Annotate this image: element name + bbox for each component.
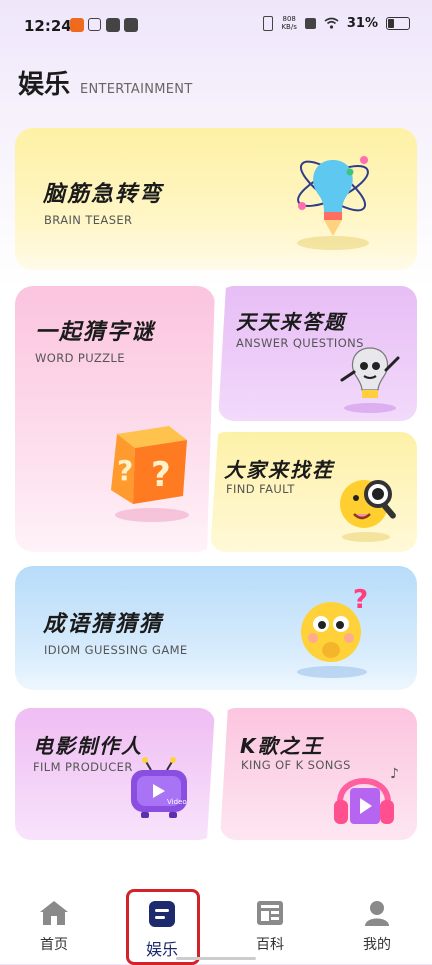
svg-text:♪: ♪ <box>390 766 399 782</box>
svg-text:?: ? <box>117 454 133 487</box>
app-notification-icon <box>70 18 84 32</box>
nav-item-home[interactable]: 首页 <box>19 900 89 954</box>
network-speed: 808 KB/s <box>281 15 296 31</box>
person-icon <box>365 901 389 926</box>
lightbulb-atom-icon <box>297 156 369 236</box>
home-icon <box>40 901 68 925</box>
mail-notification-icon <box>88 18 101 31</box>
svg-text:?: ? <box>353 586 368 615</box>
tv-video-icon: Video <box>131 757 187 818</box>
nav-label: 首页 <box>40 937 68 953</box>
message-notification-icon <box>106 18 120 32</box>
battery-percent: 31% <box>346 15 378 31</box>
nav-label: 百科 <box>256 937 284 953</box>
svg-text:?: ? <box>151 455 171 495</box>
card-subtitle: BRAIN TEASER <box>44 213 133 227</box>
card-subtitle: FILM PRODUCER <box>33 760 133 774</box>
status-bar: 12:24 808 KB/s 31% <box>0 0 432 52</box>
brain-teaser-card[interactable]: 脑筋急转弯 BRAIN TEASER <box>15 128 417 270</box>
word-puzzle-card[interactable]: 一起猜字谜 WORD PUZZLE ? ? <box>15 286 215 552</box>
question-box-icon: ? ? <box>111 426 187 504</box>
nav-label: 我的 <box>363 937 391 953</box>
card-title: 脑筋急转弯 <box>43 182 164 207</box>
idiom-guessing-card[interactable]: 成语猜猜猜 IDIOM GUESSING GAME ? <box>15 566 417 690</box>
network-speed-unit: KB/s <box>281 23 297 31</box>
page-header: 娱乐 ENTERTAINMENT <box>18 70 193 100</box>
card-subtitle: FIND FAULT <box>226 482 295 496</box>
k-songs-card[interactable]: K歌之王 KING OF K SONGS ♪ <box>220 708 417 840</box>
card-title: 一起猜字谜 <box>35 320 156 345</box>
thinking-emoji-icon: ? <box>301 586 368 662</box>
film-producer-card[interactable]: 电影制作人 FILM PRODUCER Video <box>15 708 215 840</box>
headphones-icon: ♪ <box>334 766 399 824</box>
card-title: K歌之王 <box>240 734 324 758</box>
magnifier-emoji-icon <box>340 480 396 528</box>
selection-highlight <box>126 889 200 965</box>
nav-item-me[interactable]: 我的 <box>342 900 412 954</box>
card-title: 天天来答题 <box>236 310 346 334</box>
page-title: 娱乐 <box>18 70 71 100</box>
status-time: 12:24 <box>24 17 72 35</box>
vibrate-icon <box>263 15 274 31</box>
card-subtitle: IDIOM GUESSING GAME <box>44 643 188 657</box>
bottom-nav: 首页 娱乐 百科 我的 <box>0 876 432 964</box>
play-notification-icon <box>124 18 138 32</box>
video-badge: Video <box>167 798 187 806</box>
nav-item-encyclopedia[interactable]: 百科 <box>235 900 305 954</box>
page-subtitle: ENTERTAINMENT <box>80 82 193 97</box>
home-indicator <box>176 957 256 960</box>
battery-icon <box>386 16 410 30</box>
card-title: 成语猜猜猜 <box>43 612 164 637</box>
wifi-icon <box>324 17 339 29</box>
encyclopedia-icon <box>257 901 283 925</box>
card-subtitle: WORD PUZZLE <box>35 351 125 365</box>
nfc-icon <box>304 17 316 29</box>
card-title: 电影制作人 <box>33 734 143 758</box>
find-fault-card[interactable]: 大家来找茬 FIND FAULT <box>210 432 417 552</box>
answer-questions-card[interactable]: 天天来答题 ANSWER QUESTIONS <box>218 286 417 421</box>
card-title: 大家来找茬 <box>224 458 334 482</box>
network-speed-value: 808 <box>282 15 296 23</box>
bulb-character-icon <box>340 347 400 398</box>
